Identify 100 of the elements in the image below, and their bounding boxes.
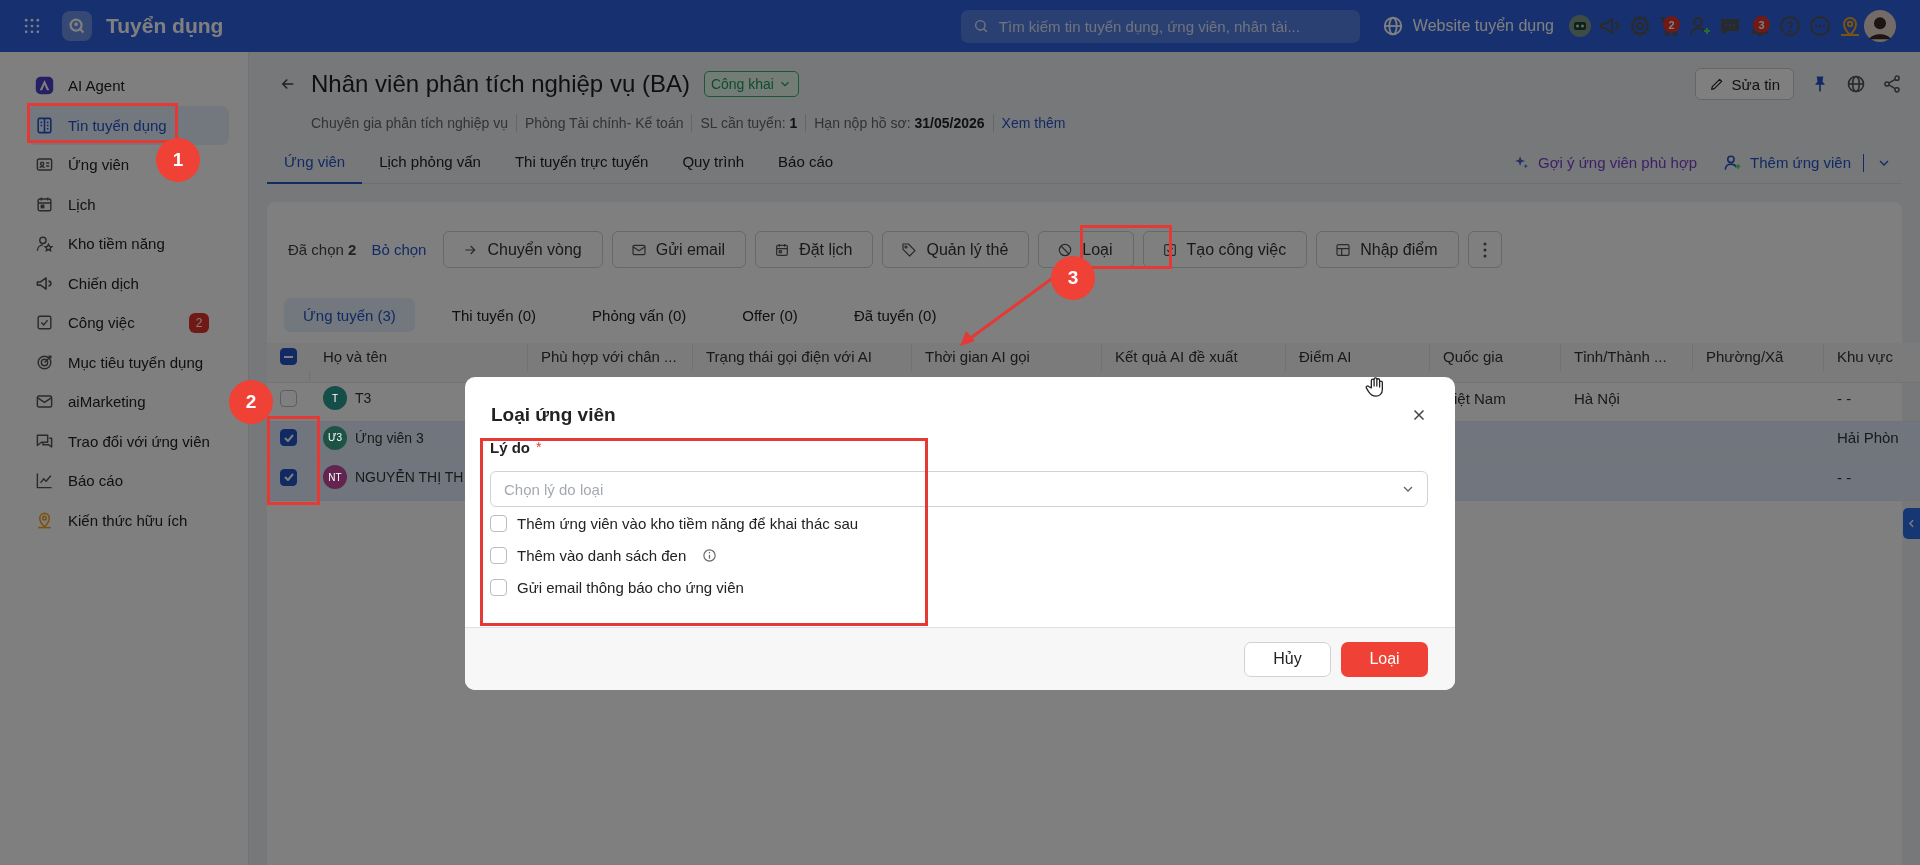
map-pin-icon[interactable] [1838, 14, 1862, 38]
suggest-candidates-link[interactable]: Gợi ý ứng viên phù hợp [1513, 154, 1698, 171]
sidebar-item[interactable]: aiMarketing [27, 382, 154, 422]
app-title: Tuyển dụng [106, 14, 224, 38]
count-badge: 2 [189, 312, 209, 333]
column-header: Họ và tên [323, 348, 388, 366]
tab[interactable]: Thi tuyển trực tuyến [497, 141, 666, 184]
status-dropdown[interactable]: Công khai [703, 71, 799, 97]
stage-tab[interactable]: Đã tuyển (0) [834, 298, 956, 332]
action-button[interactable]: Quản lý thẻ [882, 231, 1030, 268]
apps-grid-icon[interactable] [22, 16, 42, 36]
sidebar-item[interactable]: Ứng viên [27, 145, 138, 185]
sidebar-item[interactable]: Chiến dịch [27, 263, 147, 303]
sidebar-item[interactable]: Lịch [27, 184, 104, 224]
add-user-icon [1723, 153, 1743, 172]
tab[interactable]: Lịch phỏng vấn [362, 141, 498, 184]
sidebar-item[interactable]: Công việc 2 [27, 303, 229, 343]
job-title: Nhân viên phân tích nghiệp vụ (BA) [311, 70, 690, 98]
side-panel-toggle[interactable] [1903, 508, 1920, 539]
stage-tab[interactable]: Thi tuyển (0) [432, 298, 556, 332]
stage-tab[interactable]: Offer (0) [723, 298, 817, 332]
calendar-icon [774, 241, 791, 258]
checkbox[interactable] [490, 578, 507, 596]
notification-badge: 3 [1753, 16, 1770, 33]
field-label: Lý do [490, 438, 530, 456]
robot-icon[interactable] [1568, 14, 1592, 38]
pencil-icon [1708, 76, 1725, 92]
action-button[interactable]: Đặt lịch [755, 231, 874, 268]
table-cell: iệt Nam [1454, 389, 1506, 407]
add-candidate-button[interactable]: Thêm ứng viên [1723, 153, 1851, 172]
website-link[interactable]: Website tuyển dụng [1381, 15, 1554, 37]
more-icon [1482, 241, 1487, 258]
column-header: Điểm AI [1299, 348, 1352, 366]
share-icon[interactable] [1882, 74, 1902, 94]
sidebar-item[interactable]: Kiến thức hữu ích [27, 500, 196, 540]
chart-icon [35, 471, 54, 491]
user-star-icon [35, 234, 54, 254]
column-header: Khu vực [1837, 348, 1893, 366]
user-avatar[interactable] [1864, 10, 1896, 42]
checkbox-label: Thêm vào danh sách đen [517, 546, 687, 564]
table-cell: - - [1837, 468, 1852, 486]
tab[interactable]: Báo cáo [761, 141, 851, 184]
action-button[interactable]: Nhập điểm [1316, 231, 1459, 268]
checkbox-icon [35, 313, 54, 333]
stage-tab[interactable]: Phỏng vấn (0) [573, 298, 706, 332]
job-meta-text: Hạn nộp hồ sơ: 31/05/2026 [806, 114, 994, 132]
map-pin-icon [35, 510, 54, 530]
sidebar-item[interactable]: Kho tiềm năng [27, 224, 173, 264]
candidate-name[interactable]: Ứng viên 3 [355, 429, 424, 446]
action-button[interactable]: Gửi email [611, 231, 747, 268]
calendar-icon [35, 194, 54, 214]
table-icon [1335, 241, 1352, 258]
column-header: Thời gian AI gọi [925, 348, 1030, 366]
tab[interactable]: Ứng viên [267, 141, 363, 184]
candidate-name[interactable]: NGUYỄN THỊ TH [355, 469, 464, 486]
column-header: Phường/Xã [1706, 348, 1784, 366]
action-button[interactable]: Tạo công việc [1142, 231, 1308, 268]
checkbox[interactable] [280, 468, 297, 486]
checkbox[interactable] [280, 429, 297, 447]
candidate-name[interactable]: T3 [355, 390, 372, 407]
reason-dropdown[interactable]: Chọn lý do loại [490, 471, 1428, 507]
check-icon [283, 473, 294, 482]
table-cell: Hà Nội [1574, 389, 1620, 407]
stage-tab[interactable]: Ứng tuyển (3) [284, 298, 415, 332]
edit-button[interactable]: Sửa tin [1694, 68, 1794, 100]
sidebar-item[interactable]: Báo cáo [27, 461, 132, 501]
action-button[interactable]: Chuyển vòng [443, 231, 603, 268]
job-meta-text: Phòng Tài chính- Kế toán [516, 114, 693, 132]
checkbox[interactable] [490, 546, 507, 564]
search-icon [972, 18, 989, 34]
job-meta-text: SL cần tuyển: 1 [692, 114, 807, 132]
sidebar-item[interactable]: AI Agent [27, 66, 133, 106]
triangle-logo-icon [35, 76, 54, 96]
add-user-icon[interactable] [1688, 14, 1712, 38]
clear-selection-link[interactable]: Bỏ chọn [371, 241, 427, 258]
tag-icon [901, 241, 918, 258]
info-icon[interactable] [702, 547, 718, 563]
target-icon [35, 352, 54, 372]
sidebar-item[interactable]: Trao đổi với ứng viên [27, 421, 218, 461]
table-cell: Hải Phòn [1837, 429, 1899, 447]
table-cell: - - [1837, 389, 1852, 407]
notification-badge: 2 [1663, 16, 1680, 33]
column-header: Trạng thái gọi điện với AI [706, 348, 873, 366]
checkbox-icon [1161, 241, 1178, 258]
globe-icon [1381, 15, 1404, 37]
see-more-link[interactable]: Xem thêm [993, 115, 1066, 131]
checkbox[interactable] [280, 389, 297, 407]
sidebar-item[interactable]: Mục tiêu tuyển dụng [27, 342, 212, 382]
chat-bubbles-icon [35, 431, 54, 451]
checkbox[interactable] [280, 348, 297, 366]
check-icon [283, 433, 294, 442]
cancel-button[interactable]: Hủy [1244, 641, 1331, 677]
dialog-title: Loại ứng viên [491, 404, 616, 426]
tab[interactable]: Quy trình [665, 141, 762, 184]
checkbox[interactable] [490, 514, 507, 532]
confirm-button[interactable]: Loại [1341, 641, 1428, 677]
avatar-initials: Ư3 [323, 425, 347, 450]
column-header: Kết quả AI đề xuất [1115, 348, 1238, 366]
document-icon [35, 115, 54, 135]
globe-icon[interactable] [1846, 74, 1866, 94]
